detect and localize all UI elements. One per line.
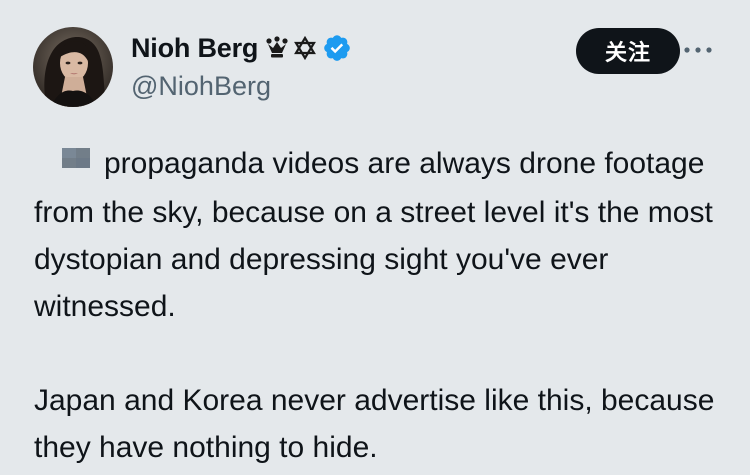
tweet-body: propaganda videos are always drone foota… [34, 140, 734, 471]
crown-icon [266, 36, 288, 60]
more-horizontal-icon[interactable] [681, 40, 715, 60]
tweet-paragraph-2: Japan and Korea never advertise like thi… [34, 383, 715, 464]
author-name-row: Nioh Berg [131, 30, 352, 66]
tweet-card: Nioh Berg @NiohBerg 关注 propaganda videos… [0, 0, 750, 475]
star-of-david-icon [294, 36, 317, 60]
tweet-paragraph-1: propaganda videos are always drone foota… [34, 140, 734, 330]
follow-button[interactable]: 关注 [576, 28, 680, 74]
author-handle[interactable]: @NiohBerg [131, 71, 271, 102]
verified-badge-icon[interactable] [322, 33, 352, 63]
avatar[interactable] [33, 27, 113, 107]
avatar-image [33, 27, 113, 107]
tweet-paragraph-1-text: propaganda videos are always drone foota… [34, 147, 713, 323]
author-display-name[interactable]: Nioh Berg [131, 33, 258, 64]
flag-icon [60, 139, 92, 186]
